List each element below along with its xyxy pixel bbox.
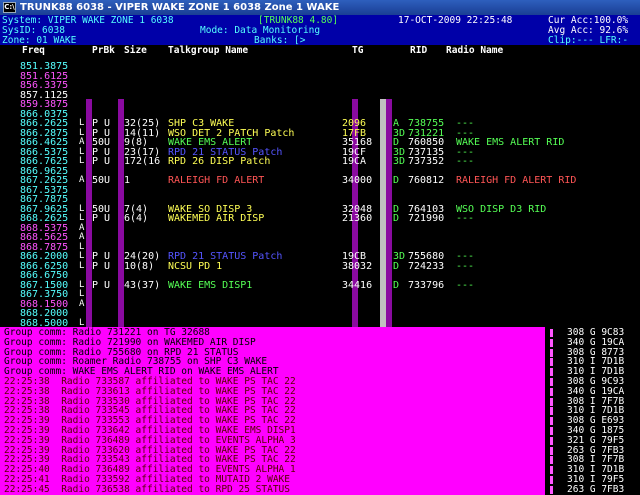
call-size: 1 — [124, 175, 131, 186]
call-radio-name: --- — [456, 213, 475, 224]
call-tg: 21360 — [342, 213, 373, 224]
call-rid: 721990 — [408, 213, 445, 224]
call-radio-name: --- — [456, 279, 475, 291]
call-tg: 38032 — [342, 260, 373, 272]
call-radio-name: --- — [456, 260, 475, 272]
call-stat-marker — [550, 378, 553, 386]
header-talkgroup-name: Talkgroup Name — [168, 45, 249, 56]
call-stat-marker — [550, 466, 553, 475]
call-prbk: P U — [92, 213, 111, 224]
call-stat-line: 263 G 7FB3 — [567, 483, 625, 495]
call-stat-marker — [550, 407, 553, 416]
call-stat-marker — [550, 329, 553, 337]
call-prbk: P U — [92, 260, 111, 272]
call-type: 3D — [393, 156, 406, 167]
call-tg: 19CA — [342, 156, 367, 167]
call-size: 6(4) — [124, 213, 149, 224]
call-type: D — [393, 279, 400, 291]
call-stat-marker — [550, 358, 553, 367]
call-prbk: P U — [92, 279, 111, 291]
channel-flag: L — [79, 260, 85, 271]
call-stat-marker — [550, 417, 553, 426]
call-stat-marker — [550, 456, 553, 465]
call-stat-marker — [550, 436, 553, 445]
call-type: D — [393, 175, 400, 186]
call-stat-marker — [550, 368, 553, 377]
call-radio-name: RALEIGH FD ALERT RID — [456, 175, 577, 186]
datetime-label: 17-OCT-2009 22:25:48 — [398, 15, 513, 26]
call-tg: 34416 — [342, 279, 373, 291]
window-title: TRUNK88 6038 - VIPER WAKE ZONE 1 6038 Zo… — [20, 2, 340, 13]
call-stat-marker — [550, 485, 553, 494]
header-size: Size — [124, 45, 147, 56]
console-app-icon: C:\ — [3, 2, 16, 13]
call-tg: 34000 — [342, 175, 373, 186]
call-size: 10(8) — [124, 260, 155, 272]
header-freq: Freq — [22, 45, 45, 56]
header-prbk: PrBk — [92, 45, 115, 56]
call-size: 172(16 — [124, 156, 161, 167]
call-rid: 737352 — [408, 156, 445, 167]
call-stat-marker — [550, 397, 553, 406]
call-radio-name: --- — [456, 156, 475, 167]
call-stat-marker — [550, 476, 553, 484]
call-rid: 733796 — [408, 279, 445, 291]
header-tg: TG — [352, 45, 364, 56]
activity-log: Group comm: Radio 731221 on TG 32688 Grou… — [0, 327, 545, 495]
channel-flag: L — [79, 156, 85, 166]
clip-label: Clip:--- LFR:- — [548, 35, 629, 46]
call-type: D — [393, 213, 400, 224]
call-prbk: P U — [92, 156, 111, 167]
call-stat-marker — [550, 427, 553, 435]
channel-bar — [386, 99, 392, 327]
call-stat-marker — [550, 387, 553, 396]
activity-log-line: 22:25:45 Radio 736538 affiliated to RPD … — [4, 483, 290, 495]
header-rid: RID — [410, 45, 428, 56]
channel-flag: A — [79, 298, 85, 309]
call-type: D — [393, 260, 400, 272]
call-talkgroup-name: NCSU PD 1 — [168, 260, 223, 272]
call-stat-marker — [550, 348, 553, 357]
window-titlebar[interactable]: C:\ TRUNK88 6038 - VIPER WAKE ZONE 1 603… — [0, 0, 640, 15]
header-radio-name: Radio Name — [446, 45, 504, 56]
call-stat-marker — [550, 446, 553, 455]
call-stat-marker — [550, 338, 553, 347]
call-size: 43(37) — [124, 279, 161, 291]
status-block: System: VIPER WAKE ZONE 1 6038 [TRUNK88 … — [0, 15, 640, 46]
call-rid: 760812 — [408, 175, 445, 186]
call-talkgroup-name: RALEIGH FD ALERT — [168, 175, 265, 186]
channel-flag: A — [79, 175, 85, 185]
call-rid: 724233 — [408, 260, 445, 272]
call-talkgroup-name: WAKE EMS DISP1 — [168, 279, 253, 291]
banks-label: Banks: [> — [254, 35, 306, 46]
call-prbk: 50U — [92, 175, 111, 186]
call-stats-panel: 308 G 9C83 340 G 19CA 308 G 8773 310 I 7D1B… — [545, 327, 640, 495]
call-talkgroup-name: WAKEMED AIR DISP — [168, 213, 265, 224]
call-talkgroup-name: RPD 26 DISP Patch — [168, 156, 271, 167]
